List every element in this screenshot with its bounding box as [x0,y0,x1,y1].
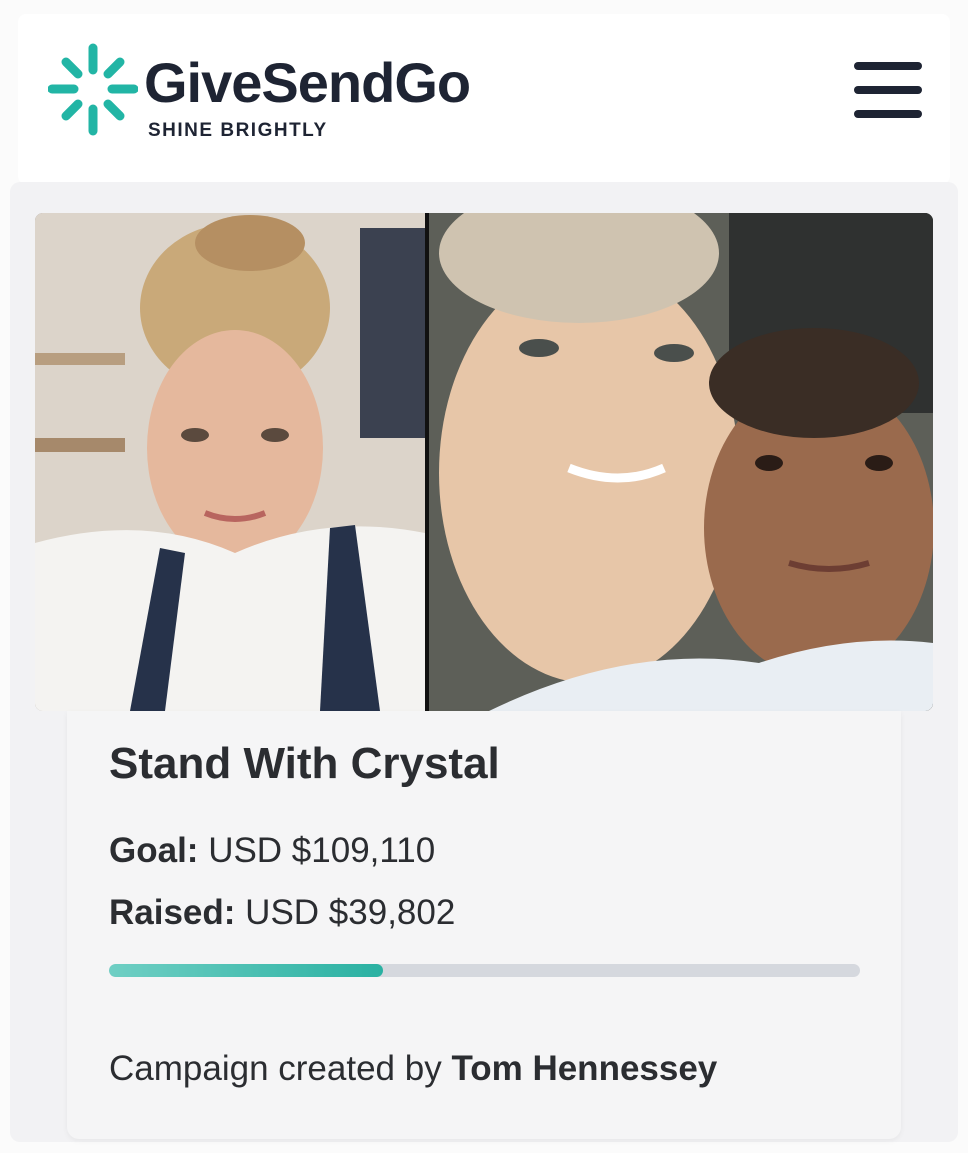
campaign-title[interactable]: Stand With Crystal [109,739,500,789]
creator-prefix: Campaign created by [109,1049,442,1088]
menu-bar [854,110,922,118]
creator-name[interactable]: Tom Hennessey [451,1049,717,1088]
goal-row: Goal: USD $109,110 [109,831,435,871]
campaign-card[interactable]: Stand With Crystal Goal: USD $109,110 Ra… [67,711,901,1139]
campaign-photo-left [35,213,425,711]
givesendgo-logo[interactable]: GiveSendGo SHINE BRIGHTLY [48,42,518,152]
raised-value: USD $39,802 [245,893,456,932]
brand-tagline: SHINE BRIGHTLY [148,120,328,141]
menu-bar [854,86,922,94]
progress-bar-fill [109,964,383,977]
goal-value: USD $109,110 [208,831,436,870]
raised-row: Raised: USD $39,802 [109,893,455,933]
menu-bar [854,62,922,70]
campaign-photo[interactable] [35,213,933,711]
goal-label: Goal: [109,831,199,870]
hamburger-menu-icon[interactable] [854,62,924,122]
progress-bar [109,964,860,977]
campaign-photo-right [429,213,933,711]
raised-label: Raised: [109,893,236,932]
sunburst-logo-icon [48,43,138,136]
campaign-creator: Campaign created by Tom Hennessey [109,1049,717,1089]
site-header: GiveSendGo SHINE BRIGHTLY [18,14,950,184]
brand-name: GiveSendGo [144,51,471,114]
